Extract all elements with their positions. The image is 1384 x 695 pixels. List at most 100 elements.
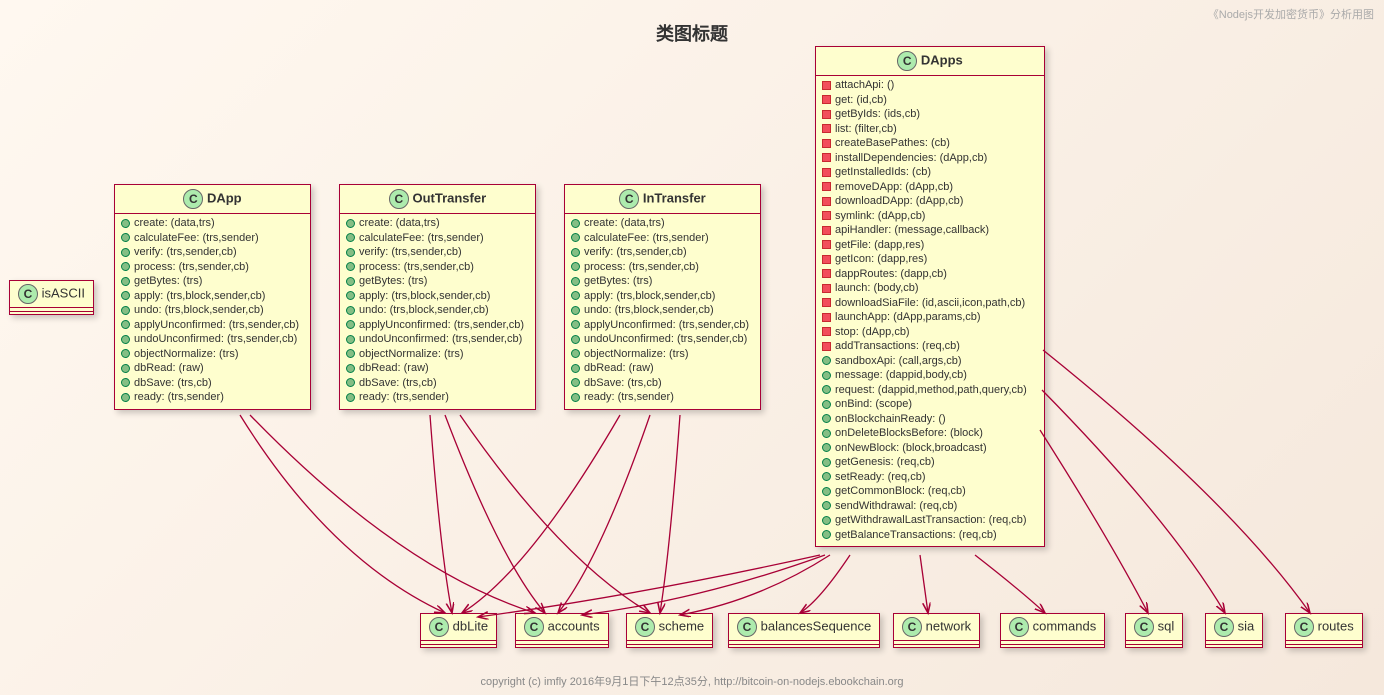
- class-name: scheme: [659, 618, 705, 633]
- class-icon: C: [429, 617, 449, 637]
- class-member: process: (trs,sender,cb): [571, 260, 754, 275]
- class-routes: C routes: [1285, 613, 1363, 648]
- class-member: request: (dappid,method,path,query,cb): [822, 383, 1038, 398]
- class-icon: C: [635, 617, 655, 637]
- class-network: C network: [893, 613, 980, 648]
- class-member: onBind: (scope): [822, 397, 1038, 412]
- class-accounts: C accounts: [515, 613, 609, 648]
- class-member: attachApi: (): [822, 78, 1038, 93]
- class-DApp: C DApp create: (data,trs)calculateFee: (…: [114, 184, 311, 410]
- class-sql: C sql: [1125, 613, 1183, 648]
- class-member: launchApp: (dApp,params,cb): [822, 310, 1038, 325]
- class-icon: C: [619, 189, 639, 209]
- class-member: onDeleteBlocksBefore: (block): [822, 426, 1038, 441]
- class-member: calculateFee: (trs,sender): [346, 231, 529, 246]
- class-member: process: (trs,sender,cb): [346, 260, 529, 275]
- class-member: getFile: (dapp,res): [822, 238, 1038, 253]
- class-member: createBasePathes: (cb): [822, 136, 1038, 151]
- class-member: dbSave: (trs,cb): [121, 376, 304, 391]
- class-icon: C: [737, 617, 757, 637]
- class-icon: C: [1009, 617, 1029, 637]
- class-member: setReady: (req,cb): [822, 470, 1038, 485]
- class-member: applyUnconfirmed: (trs,sender,cb): [121, 318, 304, 333]
- class-name: dbLite: [453, 618, 488, 633]
- class-member: verify: (trs,sender,cb): [571, 245, 754, 260]
- class-member: sandboxApi: (call,args,cb): [822, 354, 1038, 369]
- class-member: onBlockchainReady: (): [822, 412, 1038, 427]
- diagram-title: 类图标题: [0, 0, 1384, 46]
- class-member: sendWithdrawal: (req,cb): [822, 499, 1038, 514]
- footer-text: copyright (c) imfly 2016年9月1日下午12点35分, h…: [0, 673, 1384, 689]
- class-member: verify: (trs,sender,cb): [121, 245, 304, 260]
- class-icon: C: [897, 51, 917, 71]
- class-member: stop: (dApp,cb): [822, 325, 1038, 340]
- class-member: installDependencies: (dApp,cb): [822, 151, 1038, 166]
- class-member: getInstalledIds: (cb): [822, 165, 1038, 180]
- class-member: objectNormalize: (trs): [571, 347, 754, 362]
- class-name: DApp: [207, 190, 242, 205]
- class-dbLite: C dbLite: [420, 613, 497, 648]
- class-member: undoUnconfirmed: (trs,sender,cb): [121, 332, 304, 347]
- class-icon: C: [18, 284, 38, 304]
- class-member: dbSave: (trs,cb): [346, 376, 529, 391]
- class-name: OutTransfer: [412, 190, 486, 205]
- class-member: objectNormalize: (trs): [346, 347, 529, 362]
- class-member: calculateFee: (trs,sender): [121, 231, 304, 246]
- class-member: create: (data,trs): [121, 216, 304, 231]
- class-icon: C: [902, 617, 922, 637]
- class-InTransfer: C InTransfer create: (data,trs)calculate…: [564, 184, 761, 410]
- class-member: downloadDApp: (dApp,cb): [822, 194, 1038, 209]
- class-member: apply: (trs,block,sender,cb): [346, 289, 529, 304]
- class-DApps: C DApps attachApi: ()get: (id,cb)getById…: [815, 46, 1045, 547]
- class-member: dbRead: (raw): [571, 361, 754, 376]
- class-name: DApps: [921, 52, 963, 67]
- class-icon: C: [389, 189, 409, 209]
- class-isASCII: C isASCII: [9, 280, 94, 315]
- class-balancesSequence: C balancesSequence: [728, 613, 880, 648]
- class-member: onNewBlock: (block,broadcast): [822, 441, 1038, 456]
- class-member: symlink: (dApp,cb): [822, 209, 1038, 224]
- class-name: network: [926, 618, 972, 633]
- class-member: undo: (trs,block,sender,cb): [121, 303, 304, 318]
- class-member: apply: (trs,block,sender,cb): [121, 289, 304, 304]
- class-sia: C sia: [1205, 613, 1263, 648]
- class-member: getBytes: (trs): [571, 274, 754, 289]
- class-name: sql: [1158, 618, 1175, 633]
- class-member: getIcon: (dapp,res): [822, 252, 1038, 267]
- class-member: create: (data,trs): [571, 216, 754, 231]
- class-member: undo: (trs,block,sender,cb): [346, 303, 529, 318]
- class-member: ready: (trs,sender): [346, 390, 529, 405]
- class-member: getBytes: (trs): [121, 274, 304, 289]
- class-member: calculateFee: (trs,sender): [571, 231, 754, 246]
- class-member: getWithdrawalLastTransaction: (req,cb): [822, 513, 1038, 528]
- class-member: removeDApp: (dApp,cb): [822, 180, 1038, 195]
- class-member: getGenesis: (req,cb): [822, 455, 1038, 470]
- class-scheme: C scheme: [626, 613, 713, 648]
- class-name: accounts: [548, 618, 600, 633]
- watermark-text: 《Nodejs开发加密货币》分析用图: [1208, 6, 1374, 22]
- class-commands: C commands: [1000, 613, 1105, 648]
- class-member: getBalanceTransactions: (req,cb): [822, 528, 1038, 543]
- class-member: apply: (trs,block,sender,cb): [571, 289, 754, 304]
- class-name: isASCII: [42, 285, 85, 300]
- class-OutTransfer: C OutTransfer create: (data,trs)calculat…: [339, 184, 536, 410]
- class-member: message: (dappid,body,cb): [822, 368, 1038, 383]
- class-member: getCommonBlock: (req,cb): [822, 484, 1038, 499]
- class-member: create: (data,trs): [346, 216, 529, 231]
- class-member: undoUnconfirmed: (trs,sender,cb): [571, 332, 754, 347]
- class-name: commands: [1033, 618, 1097, 633]
- class-name: InTransfer: [643, 190, 706, 205]
- class-member: ready: (trs,sender): [571, 390, 754, 405]
- class-icon: C: [1134, 617, 1154, 637]
- class-icon: C: [524, 617, 544, 637]
- class-member: process: (trs,sender,cb): [121, 260, 304, 275]
- class-member: verify: (trs,sender,cb): [346, 245, 529, 260]
- class-member: objectNormalize: (trs): [121, 347, 304, 362]
- class-member: dbSave: (trs,cb): [571, 376, 754, 391]
- class-member: ready: (trs,sender): [121, 390, 304, 405]
- class-icon: C: [1214, 617, 1234, 637]
- class-member: applyUnconfirmed: (trs,sender,cb): [571, 318, 754, 333]
- class-icon: C: [183, 189, 203, 209]
- class-member: getByIds: (ids,cb): [822, 107, 1038, 122]
- class-member: dbRead: (raw): [346, 361, 529, 376]
